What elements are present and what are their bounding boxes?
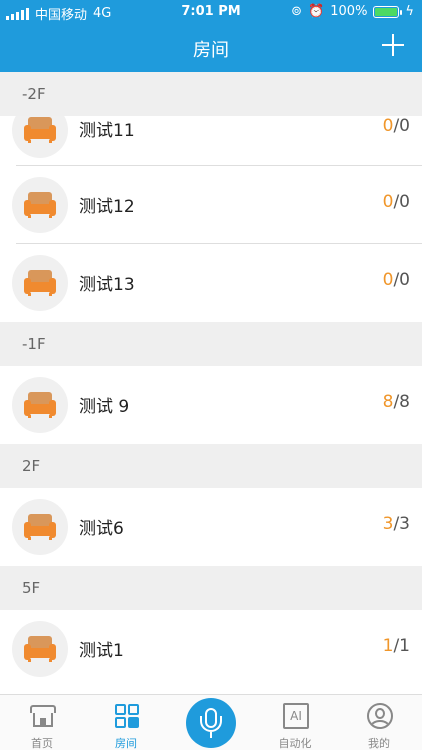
tab-rooms[interactable]: 房间 <box>84 695 168 750</box>
tab-automation[interactable]: AI 自动化 <box>253 695 337 750</box>
sofa-icon <box>24 392 56 418</box>
battery-icon <box>373 5 403 18</box>
device-on-count: 3 <box>382 514 394 534</box>
device-on-count: 0 <box>382 192 394 212</box>
room-name: 测试 9 <box>79 397 130 417</box>
section-header: -2F <box>0 72 422 116</box>
room-row[interactable]: 测试 9 8/8 <box>0 366 422 444</box>
device-total-count: /0 <box>393 270 410 290</box>
room-row[interactable]: 测试6 3/3 <box>0 488 422 566</box>
room-list[interactable]: -2F 测试11 0/0 测试12 0/0 测试13 0/0 -1F 测试 9 … <box>0 72 422 694</box>
device-total-count: /3 <box>393 514 410 534</box>
room-row[interactable]: 测试11 0/0 <box>0 102 422 166</box>
page-title: 房间 <box>193 40 229 61</box>
room-row[interactable]: 测试1 1/1 <box>0 610 422 688</box>
sofa-icon <box>24 192 56 218</box>
room-row[interactable]: 测试12 0/0 <box>0 166 422 244</box>
tab-rooms-label: 房间 <box>115 737 137 750</box>
tab-home-label: 首页 <box>31 737 53 750</box>
room-name: 测试11 <box>79 121 135 141</box>
room-name: 测试13 <box>79 275 135 295</box>
device-total-count: /0 <box>393 116 410 136</box>
device-count: 0/0 <box>383 192 410 212</box>
device-on-count: 8 <box>382 392 394 412</box>
add-room-button[interactable] <box>382 34 404 56</box>
room-name: 测试12 <box>79 197 135 217</box>
user-icon <box>367 703 393 729</box>
room-avatar <box>12 377 68 433</box>
device-total-count: /1 <box>393 636 410 656</box>
room-avatar <box>12 255 68 311</box>
room-avatar <box>12 621 68 677</box>
charging-icon: ϟ <box>405 4 414 19</box>
device-total-count: /0 <box>393 192 410 212</box>
tab-mine[interactable]: 我的 <box>337 695 421 750</box>
section-header: -1F <box>0 322 422 366</box>
device-count: 8/8 <box>383 392 410 412</box>
ai-icon: AI <box>283 703 309 729</box>
voice-button[interactable] <box>186 698 236 748</box>
device-total-count: /8 <box>393 392 410 412</box>
sofa-icon <box>24 117 56 143</box>
room-name: 测试1 <box>79 641 124 661</box>
device-count: 0/0 <box>383 270 410 290</box>
tab-mine-label: 我的 <box>368 737 390 750</box>
tab-home[interactable]: 首页 <box>0 695 84 750</box>
device-count: 1/1 <box>383 636 410 656</box>
rooms-grid-icon <box>114 703 140 729</box>
sofa-icon <box>24 270 56 296</box>
device-on-count: 0 <box>382 270 394 290</box>
room-avatar <box>12 177 68 233</box>
device-on-count: 1 <box>382 636 394 656</box>
status-bar: 中国移动 4G 7:01 PM ⊚ ⏰ 100% ϟ <box>0 0 422 24</box>
sofa-icon <box>24 514 56 540</box>
section-header: 2F <box>0 444 422 488</box>
device-on-count: 0 <box>382 116 394 136</box>
battery-percent: 100% <box>330 4 368 19</box>
lock-rotation-icon: ⊚ <box>291 4 303 19</box>
device-count: 3/3 <box>383 514 410 534</box>
room-avatar <box>12 499 68 555</box>
section-header: 5F <box>0 566 422 610</box>
top-bar: 中国移动 4G 7:01 PM ⊚ ⏰ 100% ϟ 房间 <box>0 0 422 72</box>
sofa-icon <box>24 636 56 662</box>
room-name: 测试6 <box>79 519 124 539</box>
device-count: 0/0 <box>383 116 410 136</box>
tab-automation-label: 自动化 <box>278 737 312 750</box>
home-icon <box>30 703 56 729</box>
room-row[interactable]: 测试13 0/0 <box>0 244 422 322</box>
alarm-icon: ⏰ <box>308 4 325 19</box>
